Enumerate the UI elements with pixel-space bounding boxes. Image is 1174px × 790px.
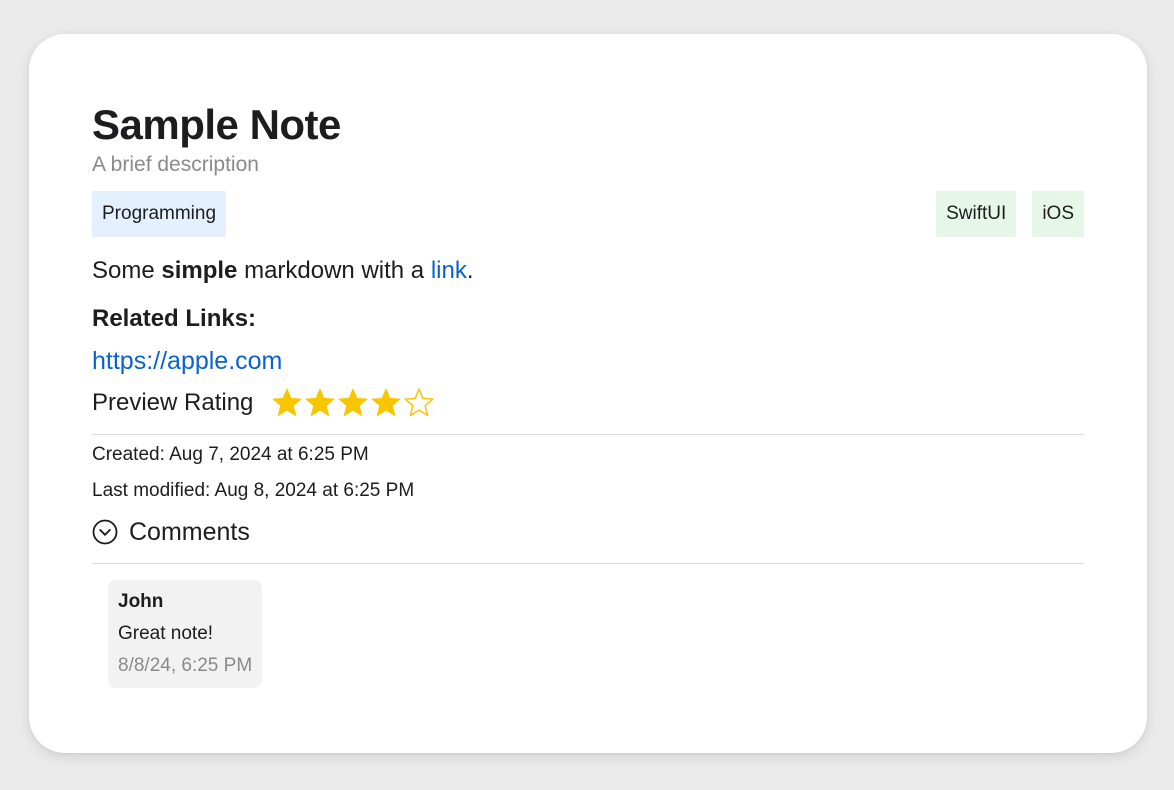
related-links-heading: Related Links: (92, 305, 257, 332)
comments-label: Comments (129, 518, 250, 546)
related-link[interactable]: https://apple.com (92, 346, 1084, 376)
tags-row: Programming SwiftUI iOS (92, 191, 1084, 237)
body-prefix: Some (92, 257, 162, 284)
star-outline-icon[interactable] (403, 387, 435, 419)
comment-text: Great note! (118, 623, 214, 644)
chevron-down-circle-icon (92, 519, 118, 545)
comments-disclosure[interactable]: Comments (92, 517, 1084, 547)
rating-row: Preview Rating (92, 388, 1084, 418)
comment-date: 8/8/24, 6:25 PM (118, 655, 253, 676)
note-body: Some simple markdown with a link. (92, 256, 1084, 286)
comment-author: John (118, 591, 164, 612)
star-filled-icon[interactable] (271, 387, 303, 419)
divider (92, 434, 1084, 435)
comment-bubble: John Great note! 8/8/24, 6:25 PM (108, 580, 263, 688)
body-bold: simple (161, 257, 238, 284)
body-middle: markdown with a (237, 257, 431, 284)
star-filled-icon[interactable] (337, 387, 369, 419)
tag-swiftui[interactable]: SwiftUI (936, 191, 1017, 237)
modified-date: Last modified: Aug 8, 2024 at 6:25 PM (92, 480, 415, 501)
note-card: Sample Note A brief description Programm… (29, 34, 1147, 753)
body-suffix: . (466, 257, 474, 284)
tag-list: SwiftUI iOS (936, 191, 1084, 237)
star-filled-icon[interactable] (370, 387, 402, 419)
divider (92, 563, 1084, 564)
star-filled-icon[interactable] (304, 387, 336, 419)
note-description: A brief description (92, 153, 259, 176)
body-link[interactable]: link (431, 257, 467, 284)
note-title: Sample Note (92, 101, 341, 148)
category-tag[interactable]: Programming (92, 191, 227, 237)
created-date: Created: Aug 7, 2024 at 6:25 PM (92, 444, 369, 465)
tag-ios[interactable]: iOS (1032, 191, 1084, 237)
star-rating[interactable] (271, 387, 435, 419)
rating-label: Preview Rating (92, 389, 254, 416)
